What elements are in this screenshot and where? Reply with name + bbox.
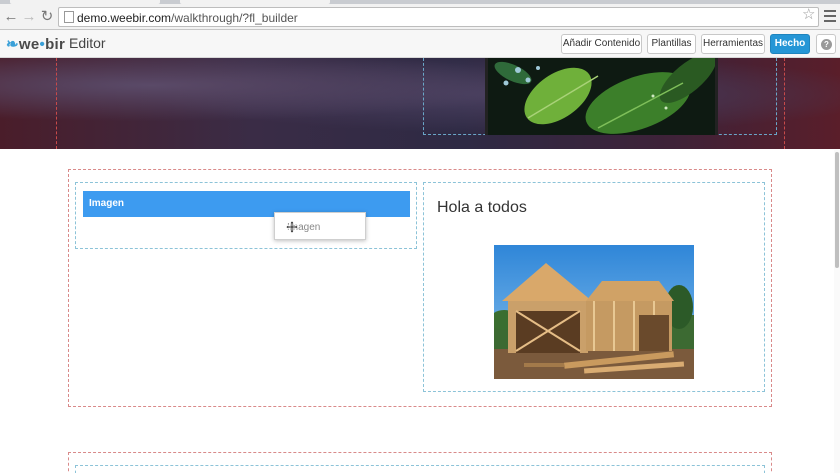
leaf-photo-graphic: [488, 58, 715, 135]
hero-leaf-photo[interactable]: [485, 58, 718, 135]
move-cursor-icon: [286, 221, 298, 233]
page-icon: [64, 11, 74, 23]
dragged-image-module[interactable]: Imagen: [274, 212, 366, 240]
house-photo[interactable]: [490, 245, 694, 379]
forward-arrow-icon[interactable]: →: [20, 8, 38, 26]
back-arrow-icon[interactable]: ←: [2, 8, 20, 26]
weebir-logo: ❧we•bir: [6, 36, 66, 53]
editor-title: Editor: [69, 35, 106, 51]
add-content-button[interactable]: Añadir Contenido: [561, 34, 642, 54]
help-icon: ?: [821, 39, 832, 50]
module-label: Imagen: [89, 198, 125, 209]
hamburger-menu-icon[interactable]: [824, 10, 836, 22]
row-outline-edge: [784, 58, 785, 149]
done-button[interactable]: Hecho: [770, 34, 810, 54]
editor-toolbar: ❧we•bir Editor Añadir Contenido Plantill…: [0, 30, 840, 58]
url-text: demo.weebir.com/walkthrough/?fl_builder: [77, 11, 298, 25]
star-icon[interactable]: ☆: [802, 7, 815, 23]
heading-text[interactable]: Hola a todos: [437, 199, 527, 217]
leaf-icon: ❧: [6, 36, 19, 53]
scrollbar-thumb[interactable]: [835, 152, 839, 268]
url-input[interactable]: demo.weebir.com/walkthrough/?fl_builder: [58, 7, 819, 27]
browser-address-bar: ← → ↻ demo.weebir.com/walkthrough/?fl_bu…: [0, 4, 840, 30]
column-outline: [75, 465, 765, 473]
house-construction-graphic: [490, 245, 694, 379]
row-outline-edge: [56, 58, 57, 149]
templates-button[interactable]: Plantillas: [647, 34, 696, 54]
help-button[interactable]: ?: [816, 34, 836, 54]
tools-button[interactable]: Herramientas: [701, 34, 765, 54]
reload-icon[interactable]: ↻: [38, 8, 56, 26]
